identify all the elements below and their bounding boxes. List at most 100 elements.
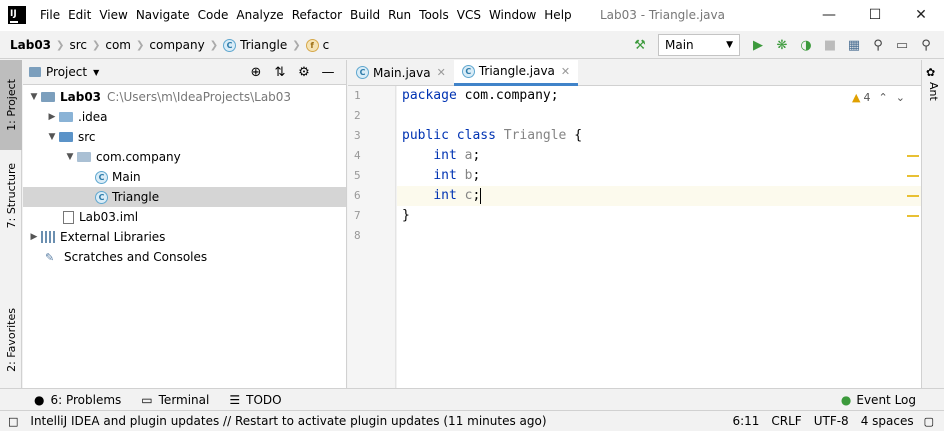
tab-structure-label: 7: Structure: [4, 163, 18, 229]
tab-ant[interactable]: Ant: [927, 82, 940, 101]
terminal-window-icon[interactable]: ▭: [890, 34, 914, 56]
tree-node-external-libraries[interactable]: ▶ External Libraries: [23, 227, 346, 247]
tree-root-path: C:\Users\m\IdeaProjects\Lab03: [107, 90, 292, 104]
crumb-lab03[interactable]: Lab03: [6, 38, 55, 52]
warning-stripe-mark[interactable]: [907, 195, 919, 197]
chevron-right-icon[interactable]: ▶: [27, 232, 41, 242]
run-icon[interactable]: ▶: [746, 34, 770, 56]
gear-icon[interactable]: ⚙: [292, 61, 316, 83]
status-toggle-icon[interactable]: □: [8, 415, 18, 428]
tab-triangle-java[interactable]: C Triangle.java ✕: [453, 59, 579, 86]
line-separator[interactable]: CRLF: [765, 414, 807, 428]
tree-node-idea[interactable]: ▶ .idea: [23, 107, 346, 127]
menu-window[interactable]: Window: [485, 0, 540, 31]
tab-project[interactable]: 1: Project: [0, 60, 22, 150]
tool-event-log[interactable]: ● Event Log: [831, 389, 926, 411]
line-number-gutter[interactable]: 1 2 3 4 5 6 7 8: [348, 86, 396, 388]
project-structure-icon[interactable]: ▦: [842, 34, 866, 56]
crumb-com[interactable]: com: [101, 38, 135, 52]
tree-node-triangle[interactable]: C Triangle: [23, 187, 346, 207]
caret-position[interactable]: 6:11: [726, 414, 765, 428]
tool-terminal-label: Terminal: [158, 392, 210, 407]
indent-setting[interactable]: 4 spaces: [855, 414, 920, 428]
crumb-company[interactable]: company: [145, 38, 208, 52]
tree-label-external: External Libraries: [60, 230, 166, 244]
tab-main-java[interactable]: C Main.java ✕: [348, 60, 454, 86]
tree-label-src: src: [78, 130, 96, 144]
build-hammer-icon[interactable]: ⚒: [628, 34, 652, 56]
crumb-field-label: c: [322, 38, 330, 52]
chevron-right-icon[interactable]: ▶: [45, 112, 59, 122]
close-icon[interactable]: ✕: [898, 0, 944, 31]
project-view-select[interactable]: Project ▼: [29, 65, 99, 79]
crumb-src[interactable]: src: [65, 38, 91, 52]
menu-vcs[interactable]: VCS: [453, 0, 485, 31]
right-tool-strip: ✿ Ant: [921, 60, 944, 388]
stop-icon[interactable]: ■: [818, 34, 842, 56]
chevron-right-icon: ❯: [292, 39, 301, 51]
tree-node-iml[interactable]: Lab03.iml: [23, 207, 346, 227]
tree-node-main[interactable]: C Main: [23, 167, 346, 187]
menu-navigate[interactable]: Navigate: [132, 0, 194, 31]
run-configuration-select[interactable]: Main ▼: [658, 34, 740, 56]
search-icon[interactable]: ⚲: [866, 34, 890, 56]
chevron-down-icon[interactable]: ▼: [45, 132, 59, 142]
toolbar: ⚒ Main ▼ ▶ ❋ ◑ ■ ▦ ⚲ ▭ ⚲: [628, 31, 938, 59]
search-everywhere-icon[interactable]: ⚲: [914, 34, 938, 56]
chevron-down-icon[interactable]: ⌄: [896, 91, 905, 104]
tree-node-src[interactable]: ▼ src: [23, 127, 346, 147]
warning-stripe-mark[interactable]: [907, 155, 919, 157]
close-tab-icon[interactable]: ✕: [437, 66, 446, 79]
tab-favorites[interactable]: 2: Favorites: [0, 300, 22, 380]
menu-edit[interactable]: Edit: [64, 0, 95, 31]
event-log-icon: ●: [840, 392, 852, 407]
tool-todo[interactable]: ☰ TODO: [219, 389, 291, 411]
hide-panel-icon[interactable]: —: [316, 61, 340, 83]
crumb-field-c[interactable]: fc: [302, 38, 334, 52]
chevron-down-icon[interactable]: ▼: [27, 92, 41, 102]
debug-icon[interactable]: ❋: [770, 34, 794, 56]
status-message[interactable]: IntelliJ IDEA and plugin updates // Rest…: [24, 414, 552, 428]
inspection-widget[interactable]: ▲ 4 ⌃ ⌄: [852, 91, 905, 104]
tab-main-label: Main.java: [373, 65, 431, 80]
window-title: Lab03 - Triangle.java: [600, 8, 725, 22]
keyword-class: class: [456, 128, 496, 143]
chevron-up-icon[interactable]: ⌃: [878, 91, 887, 104]
close-tab-icon[interactable]: ✕: [561, 65, 570, 78]
crumb-triangle[interactable]: C Triangle: [219, 38, 291, 52]
tree-node-scratches[interactable]: ✎ Scratches and Consoles: [23, 247, 346, 267]
chevron-down-icon[interactable]: ▼: [63, 152, 77, 162]
tool-terminal[interactable]: ▭ Terminal: [131, 389, 219, 411]
minimize-icon[interactable]: —: [806, 0, 852, 31]
file-encoding[interactable]: UTF-8: [808, 414, 855, 428]
scratches-icon: ✎: [45, 250, 55, 264]
menu-build[interactable]: Build: [346, 0, 384, 31]
tab-structure[interactable]: 7: Structure: [0, 156, 22, 236]
coverage-icon[interactable]: ◑: [794, 34, 818, 56]
collapse-all-icon[interactable]: ⇅: [268, 61, 292, 83]
class-icon: C: [95, 170, 108, 184]
maximize-icon[interactable]: ☐: [852, 0, 898, 31]
menu-tools[interactable]: Tools: [415, 0, 453, 31]
menu-code[interactable]: Code: [194, 0, 233, 31]
lock-icon[interactable]: ▢: [924, 415, 934, 428]
menu-help[interactable]: Help: [540, 0, 575, 31]
package-icon: [77, 152, 91, 162]
class-icon: C: [356, 66, 369, 79]
warning-stripe-mark[interactable]: [907, 215, 919, 217]
tree-node-lab03[interactable]: ▼ Lab03 C:\Users\m\IdeaProjects\Lab03: [23, 87, 346, 107]
class-name: Triangle: [503, 128, 567, 143]
code-editor[interactable]: package com.company; public class Triang…: [397, 86, 921, 388]
menu-refactor[interactable]: Refactor: [288, 0, 346, 31]
warning-stripe-mark[interactable]: [907, 175, 919, 177]
menu-file[interactable]: File: [36, 0, 64, 31]
tool-problems[interactable]: ● 6: Problems: [24, 389, 131, 411]
chevron-right-icon: ❯: [56, 39, 65, 51]
menu-run[interactable]: Run: [384, 0, 415, 31]
semicolon: ;: [472, 168, 481, 183]
locate-icon[interactable]: ⊕: [244, 61, 268, 83]
tree-node-package[interactable]: ▼ com.company: [23, 147, 346, 167]
menu-analyze[interactable]: Analyze: [232, 0, 287, 31]
menu-view[interactable]: View: [95, 0, 131, 31]
